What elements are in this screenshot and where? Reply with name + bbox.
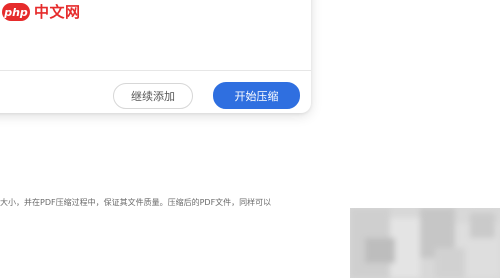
blurred-image-graphic — [350, 208, 500, 278]
continue-add-button[interactable]: 继续添加 — [113, 83, 193, 109]
php-logo-badge: php — [2, 3, 30, 21]
blurred-image-thumbnail — [350, 208, 500, 278]
start-compress-button[interactable]: 开始压缩 — [213, 82, 300, 109]
site-watermark-logo: php 中文网 — [2, 2, 81, 22]
dialog-footer-divider — [0, 70, 311, 71]
logo-text: 中文网 — [34, 2, 81, 21]
